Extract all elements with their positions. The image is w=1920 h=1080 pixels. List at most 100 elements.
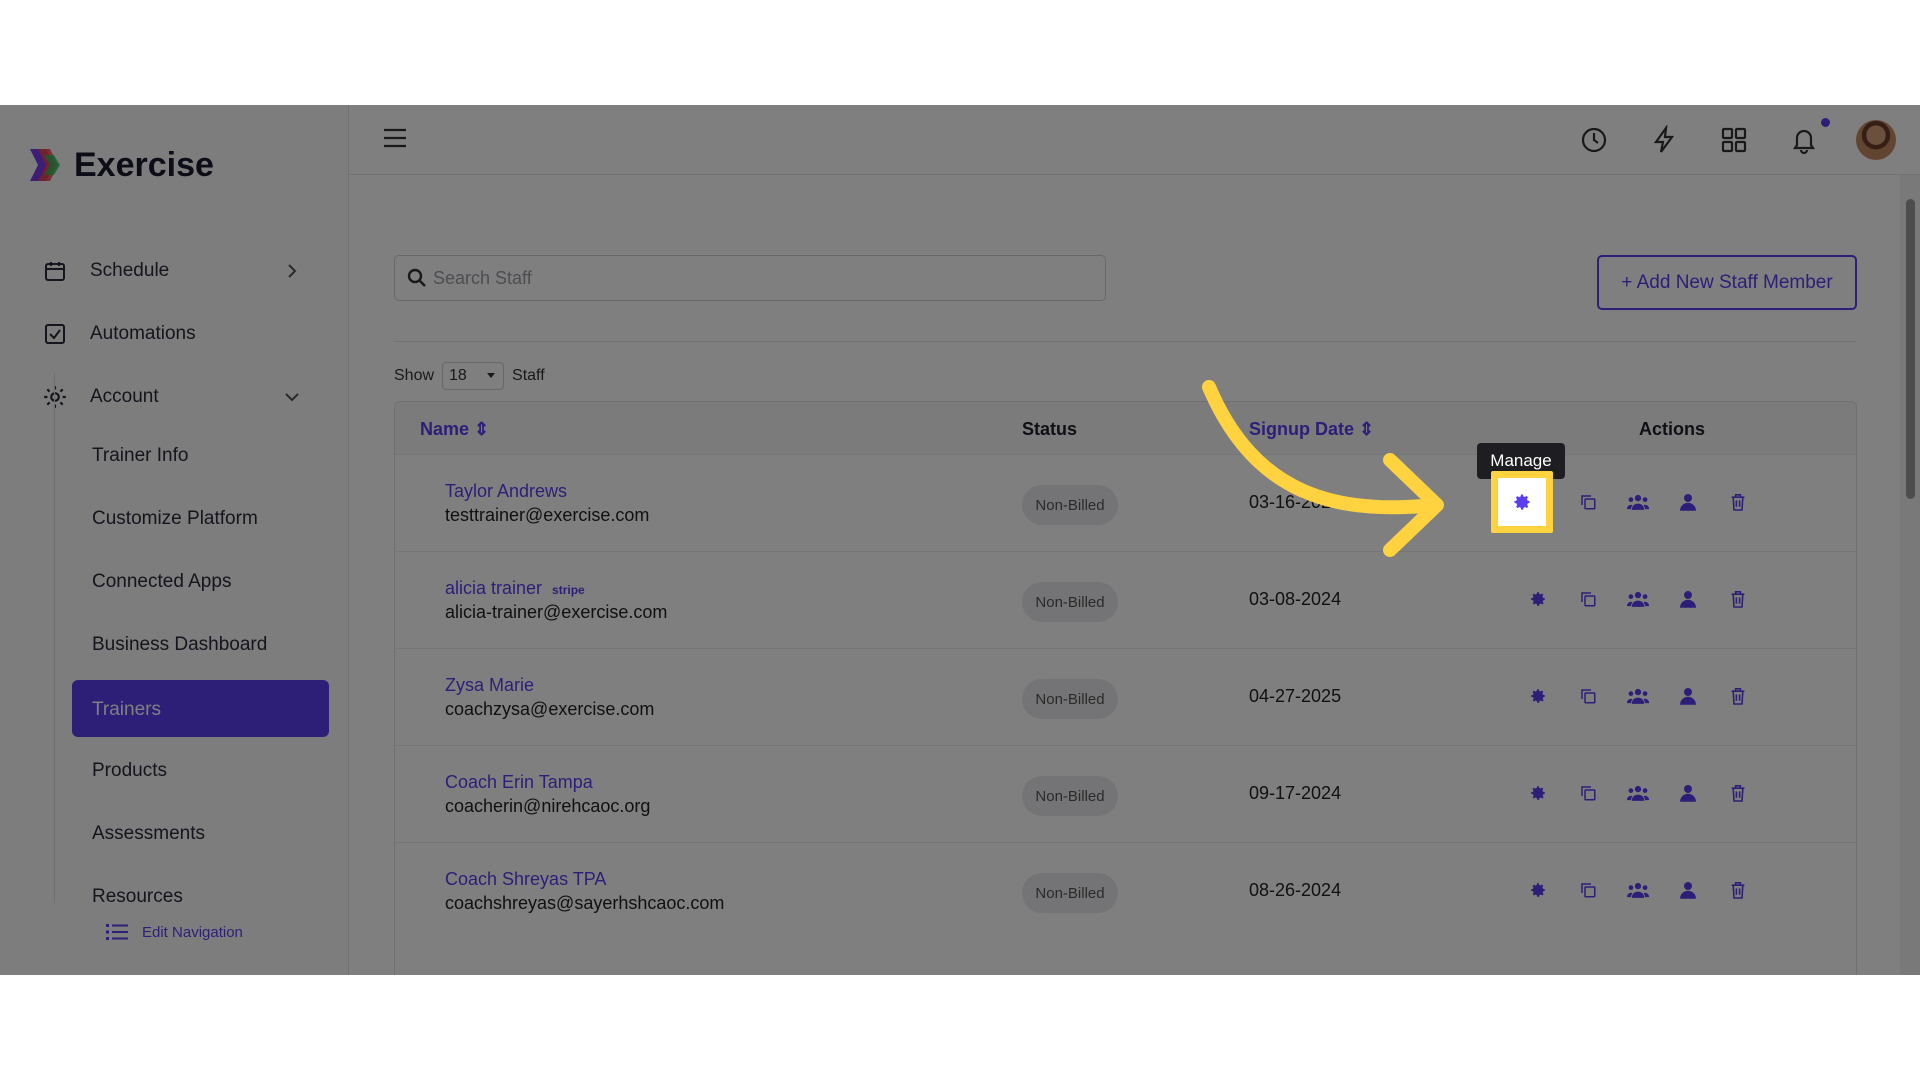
user-icon (1680, 590, 1696, 608)
nav-item-account[interactable]: Account (42, 377, 312, 417)
copy-icon (1579, 687, 1597, 705)
gear-icon (1529, 881, 1547, 899)
nav-label: Automations (90, 323, 196, 344)
search-box[interactable] (394, 255, 1106, 301)
chevron-down-icon (285, 393, 299, 402)
groups-button[interactable] (1627, 588, 1649, 610)
brand[interactable]: Exercise (24, 145, 214, 185)
manage-button[interactable] (1527, 782, 1549, 804)
gear-icon (1514, 494, 1530, 510)
app-window: Exercise Schedule Automations Account Tr… (0, 105, 1920, 975)
gear-icon (1529, 687, 1547, 705)
header-actions: Actions (1639, 419, 1706, 439)
trainer-name-link[interactable]: Taylor Andrews (445, 481, 567, 502)
sidebar-item-resources[interactable]: Resources (92, 886, 183, 908)
delete-button[interactable] (1727, 491, 1749, 513)
table-header: Name ⇕ Status Signup Date ⇕ Actions (395, 402, 1856, 454)
sidebar-item-assessments[interactable]: Assessments (92, 823, 205, 845)
profile-button[interactable] (1677, 879, 1699, 901)
main-content: + Add New Staff Member Show 18 Staff Nam… (349, 175, 1889, 975)
trainer-name-link[interactable]: Coach Shreyas TPA (445, 869, 606, 890)
scrollbar[interactable] (1900, 175, 1920, 975)
status-badge: Non-Billed (1022, 582, 1118, 622)
list-icon (106, 924, 128, 940)
grid-icon[interactable] (1719, 125, 1749, 155)
user-icon (1680, 493, 1696, 511)
groups-button[interactable] (1627, 782, 1649, 804)
copy-icon (1579, 881, 1597, 899)
nav-label: Account (90, 386, 159, 407)
sidebar-item-business-dashboard[interactable]: Business Dashboard (92, 634, 267, 656)
bell-icon[interactable] (1789, 125, 1819, 155)
user-icon (1680, 784, 1696, 802)
signup-date: 03-08-2024 (1249, 589, 1342, 609)
trainer-name-link[interactable]: Coach Erin Tampa (445, 772, 593, 793)
profile-button[interactable] (1677, 782, 1699, 804)
gear-icon (1529, 590, 1547, 608)
trainer-name-link[interactable]: alicia trainer stripe (445, 578, 585, 599)
trainer-name-link[interactable]: Zysa Marie (445, 675, 534, 696)
delete-button[interactable] (1727, 588, 1749, 610)
manage-button[interactable] (1527, 685, 1549, 707)
add-new-staff-button[interactable]: + Add New Staff Member (1597, 255, 1857, 310)
brand-name: Exercise (74, 145, 214, 184)
nav-label: Schedule (90, 260, 170, 281)
trash-icon (1730, 493, 1746, 511)
manage-button[interactable] (1527, 879, 1549, 901)
profile-button[interactable] (1677, 491, 1699, 513)
notification-dot (1821, 118, 1830, 127)
manage-button-highlight[interactable] (1491, 471, 1553, 533)
search-input[interactable] (433, 256, 1093, 300)
groups-button[interactable] (1627, 879, 1649, 901)
topbar (349, 105, 1920, 175)
sidebar-item-products[interactable]: Products (92, 760, 167, 782)
sidebar-item-trainer-info[interactable]: Trainer Info (92, 445, 188, 467)
signup-date: 09-17-2024 (1249, 783, 1342, 803)
history-icon[interactable] (1579, 125, 1609, 155)
page-size-select[interactable]: 18 (442, 362, 505, 390)
signup-date: 04-27-2025 (1249, 686, 1342, 706)
profile-button[interactable] (1677, 588, 1699, 610)
groups-button[interactable] (1627, 685, 1649, 707)
trash-icon (1730, 881, 1746, 899)
duplicate-button[interactable] (1577, 879, 1599, 901)
sidebar-item-connected-apps[interactable]: Connected Apps (92, 571, 231, 593)
table-row: alicia trainer stripe alicia-trainer@exerc… (395, 551, 1856, 648)
trash-icon (1730, 784, 1746, 802)
trainer-email: coachzysa@exercise.com (445, 699, 655, 719)
profile-button[interactable] (1677, 685, 1699, 707)
scroll-thumb[interactable] (1906, 199, 1915, 499)
status-badge: Non-Billed (1022, 679, 1118, 719)
delete-button[interactable] (1727, 879, 1749, 901)
delete-button[interactable] (1727, 685, 1749, 707)
sidebar-item-customize-platform[interactable]: Customize Platform (92, 508, 258, 530)
trainer-email: coacherin@nirehcaoc.org (445, 796, 651, 816)
group-icon (1627, 590, 1649, 608)
sidebar: Exercise Schedule Automations Account Tr… (0, 105, 349, 975)
nav-item-automations[interactable]: Automations (42, 314, 312, 354)
edit-navigation-label: Edit Navigation (142, 923, 243, 941)
avatar[interactable] (1856, 120, 1896, 160)
staff-table: Name ⇕ Status Signup Date ⇕ Actions Tayl… (394, 401, 1857, 975)
page-size-value: 18 (449, 367, 467, 384)
status-badge: Non-Billed (1022, 776, 1118, 816)
copy-icon (1579, 784, 1597, 802)
pointer-arrow-icon (1202, 380, 1444, 557)
status-badge: Non-Billed (1022, 485, 1118, 525)
duplicate-button[interactable] (1577, 588, 1599, 610)
bolt-icon[interactable] (1649, 125, 1679, 155)
trainer-email: testtrainer@exercise.com (445, 505, 650, 525)
duplicate-button[interactable] (1577, 782, 1599, 804)
delete-button[interactable] (1727, 782, 1749, 804)
duplicate-button[interactable] (1577, 685, 1599, 707)
hamburger-menu-icon[interactable] (383, 127, 407, 149)
manage-button[interactable] (1527, 588, 1549, 610)
show-label: Show (394, 367, 435, 384)
groups-button[interactable] (1627, 491, 1649, 513)
nav-item-schedule[interactable]: Schedule (42, 251, 312, 291)
divider (394, 341, 1857, 342)
edit-navigation-link[interactable]: Edit Navigation (106, 923, 243, 941)
duplicate-button[interactable] (1577, 491, 1599, 513)
user-icon (1680, 687, 1696, 705)
header-name-sort[interactable]: Name ⇕ (420, 419, 489, 440)
